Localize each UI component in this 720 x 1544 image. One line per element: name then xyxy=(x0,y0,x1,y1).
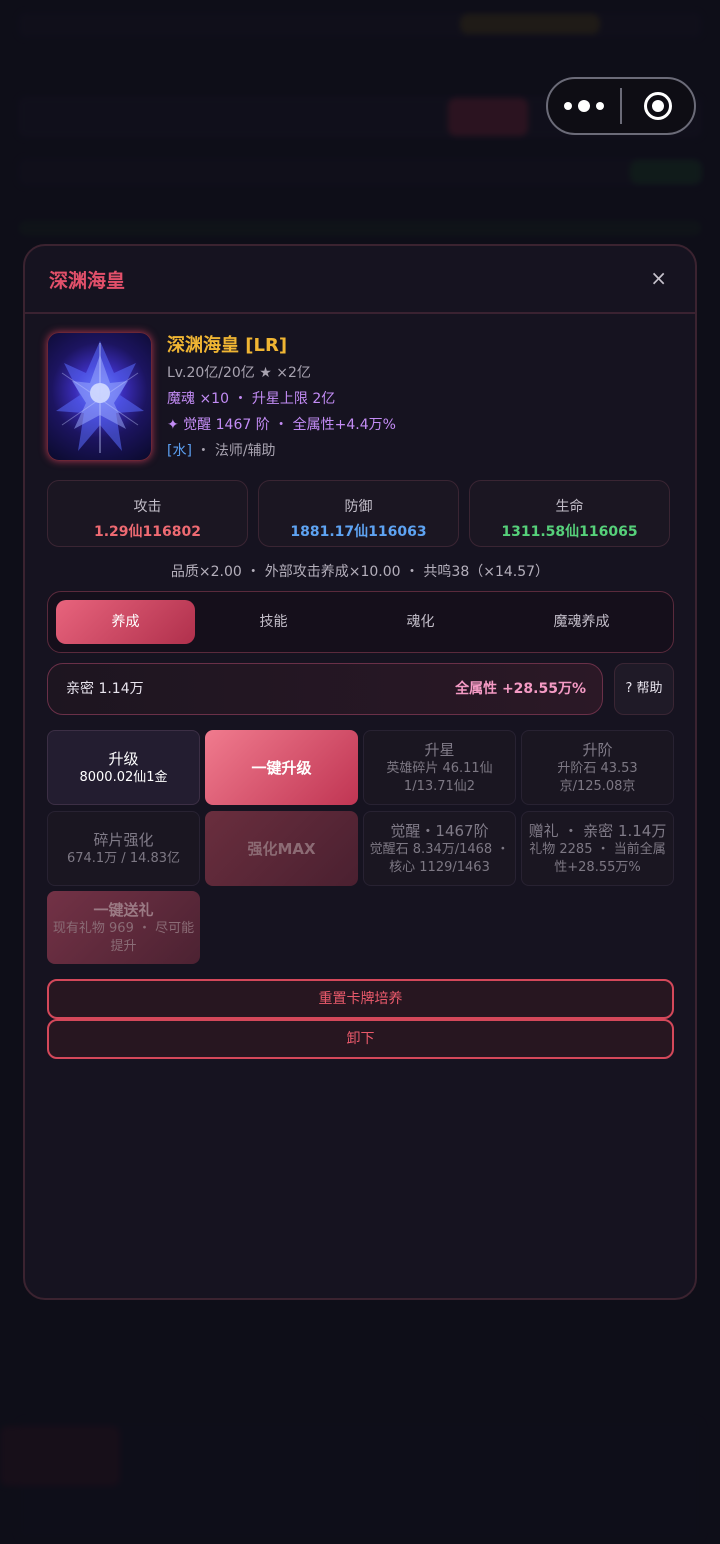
stat-panels: 攻击 1.29仙116802 防御 1881.17仙116063 生命 1311… xyxy=(47,480,670,547)
unequip-button[interactable]: 卸下 xyxy=(47,1019,674,1059)
stat-hp: 生命 1311.58仙116065 xyxy=(469,480,670,547)
close-app-icon[interactable] xyxy=(622,92,694,120)
cell-title: 一键升级 xyxy=(251,758,312,777)
cell-cost: 觉醒石 8.34万/1468 ・ 核心 1129/1463 xyxy=(369,841,510,875)
cell-cost: 674.1万 / 14.83亿 xyxy=(66,850,181,866)
one-click-gift-button[interactable]: 一键送礼 现有礼物 969 ・ 尽可能提升 xyxy=(47,891,200,964)
hero-class: [水] ・ 法师/辅助 xyxy=(167,438,647,464)
hero-info: 深渊海皇 [LR] Lv.20亿/20亿 ★ ×2亿 魔魂 ×10 ・ 升星上限… xyxy=(167,332,647,464)
element-tag: [水] xyxy=(167,443,192,459)
modal-title: 深渊海皇 xyxy=(49,270,126,292)
cell-title: 强化MAX xyxy=(247,839,316,858)
close-icon[interactable]: × xyxy=(650,266,667,290)
cell-cost: 英雄碎片 46.11仙1/13.71仙2 xyxy=(386,760,493,794)
cell-title: 觉醒・1467阶 xyxy=(390,821,489,840)
miniprogram-capsule xyxy=(546,77,696,135)
card-detail-modal: 深渊海皇 × 深渊海皇 [LR] Lv.20亿/20亿 ★ ×2亿 魔魂 ×10… xyxy=(23,244,697,1300)
multiplier-summary: 品质×2.00 ・ 外部攻击养成×10.00 ・ 共鸣38（×14.57） xyxy=(170,564,550,580)
fragment-enhance-button[interactable]: 碎片强化 674.1万 / 14.83亿 xyxy=(47,811,200,886)
one-click-upgrade-button[interactable]: 一键升级 xyxy=(205,730,358,805)
cell-title: 赠礼 ・ 亲密 1.14万 xyxy=(528,821,667,840)
awaken-button[interactable]: 觉醒・1467阶 觉醒石 8.34万/1468 ・ 核心 1129/1463 xyxy=(363,811,516,886)
stat-value: 1.29仙116802 xyxy=(94,524,201,540)
stat-label: 生命 xyxy=(555,499,584,515)
cell-cost: 8000.02仙1金 xyxy=(79,769,168,785)
cell-title: 一键送礼 xyxy=(93,900,154,919)
tab-skills[interactable]: 技能 xyxy=(204,600,343,644)
affinity-bonus: 全属性 +28.55万% xyxy=(455,681,586,697)
reset-card-button[interactable]: 重置卡牌培养 xyxy=(47,979,674,1019)
stat-defense: 防御 1881.17仙116063 xyxy=(258,480,459,547)
tab-soulify[interactable]: 魂化 xyxy=(351,600,490,644)
cell-title: 升级 xyxy=(108,749,139,768)
strengthen-max-button[interactable]: 强化MAX xyxy=(205,811,358,886)
cell-title: 升阶 xyxy=(582,740,613,759)
star-up-button[interactable]: 升星 英雄碎片 46.11仙1/13.71仙2 xyxy=(363,730,516,805)
advance-button[interactable]: 升阶 升阶石 43.53京/125.08京 xyxy=(521,730,674,805)
tab-bar: 养成 技能 魂化 魔魂养成 xyxy=(47,591,674,653)
cell-cost: 现有礼物 969 ・ 尽可能提升 xyxy=(52,920,195,954)
affinity-bar: 亲密 1.14万 全属性 +28.55万% xyxy=(47,663,603,715)
stat-value: 1311.58仙116065 xyxy=(501,524,638,540)
upgrade-button[interactable]: 升级 8000.02仙1金 xyxy=(47,730,200,805)
help-button[interactable]: ? 帮助 xyxy=(614,663,674,715)
tab-cultivate[interactable]: 养成 xyxy=(56,600,195,644)
stat-attack: 攻击 1.29仙116802 xyxy=(47,480,248,547)
cell-cost: 升阶石 43.53京/125.08京 xyxy=(557,760,638,794)
modal-header: 深渊海皇 × xyxy=(25,246,695,314)
hero-soul: 魔魂 ×10 ・ 升星上限 2亿 xyxy=(167,391,336,407)
more-menu-icon[interactable] xyxy=(548,100,620,112)
hero-awaken: ✦ 觉醒 1467 阶 ・ 全属性+4.4万% xyxy=(167,417,396,433)
stat-label: 攻击 xyxy=(133,499,162,515)
hero-role: ・ 法师/辅助 xyxy=(191,443,276,459)
hero-portrait xyxy=(47,332,152,461)
hero-name: 深渊海皇 [LR] xyxy=(167,335,288,356)
stat-value: 1881.17仙116063 xyxy=(290,524,427,540)
cell-cost: 礼物 2285 ・ 当前全属性+28.55万% xyxy=(529,841,666,875)
gift-button[interactable]: 赠礼 ・ 亲密 1.14万 礼物 2285 ・ 当前全属性+28.55万% xyxy=(521,811,674,886)
hero-level: Lv.20亿/20亿 ★ ×2亿 xyxy=(167,365,311,381)
stat-label: 防御 xyxy=(344,499,373,515)
tab-demon-soul[interactable]: 魔魂养成 xyxy=(512,600,651,644)
affinity-level: 亲密 1.14万 xyxy=(66,681,144,697)
cell-title: 碎片强化 xyxy=(93,830,154,849)
cell-title: 升星 xyxy=(424,740,455,759)
action-grid: 升级 8000.02仙1金 一键升级 升星 英雄碎片 46.11仙1/13.71… xyxy=(47,730,674,970)
